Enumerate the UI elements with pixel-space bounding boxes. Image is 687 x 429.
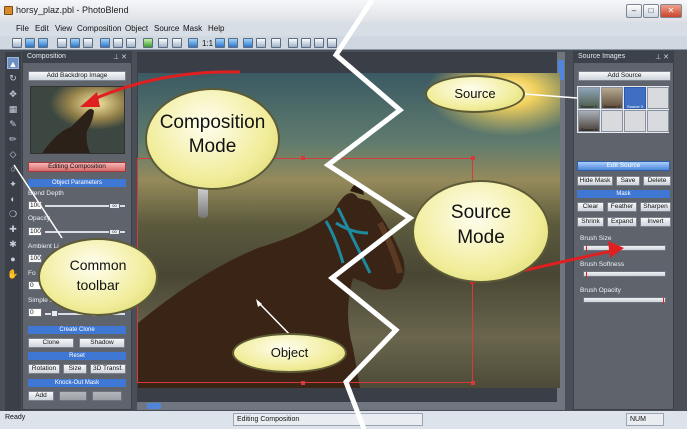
callout-object: Object	[232, 333, 347, 373]
callout-composition-mode-line1: Composition	[159, 112, 266, 133]
pointer-source	[524, 93, 578, 99]
callout-source-mode: Source Mode	[412, 180, 550, 283]
mode-separator-zigzag	[323, 0, 415, 429]
callout-composition-mode-line2: Mode	[188, 136, 237, 157]
callout-source-mode-line1: Source	[450, 202, 512, 223]
arrow-to-brush-head	[608, 241, 624, 258]
pointer-toolbar	[13, 164, 63, 239]
callout-source-mode-line2: Mode	[457, 227, 505, 248]
callout-source-text: Source	[454, 86, 496, 101]
callout-common-toolbar-line2: toolbar	[76, 277, 120, 293]
callout-composition-mode: Composition Mode	[145, 88, 280, 190]
callout-source: Source	[425, 75, 525, 113]
arrow-to-backdrop-head	[80, 92, 100, 107]
callout-object-text: Object	[270, 345, 309, 360]
annotation-overlay	[13, 0, 624, 429]
callout-common-toolbar: Common toolbar	[38, 238, 158, 316]
callout-common-toolbar-line1: Common	[69, 257, 127, 273]
